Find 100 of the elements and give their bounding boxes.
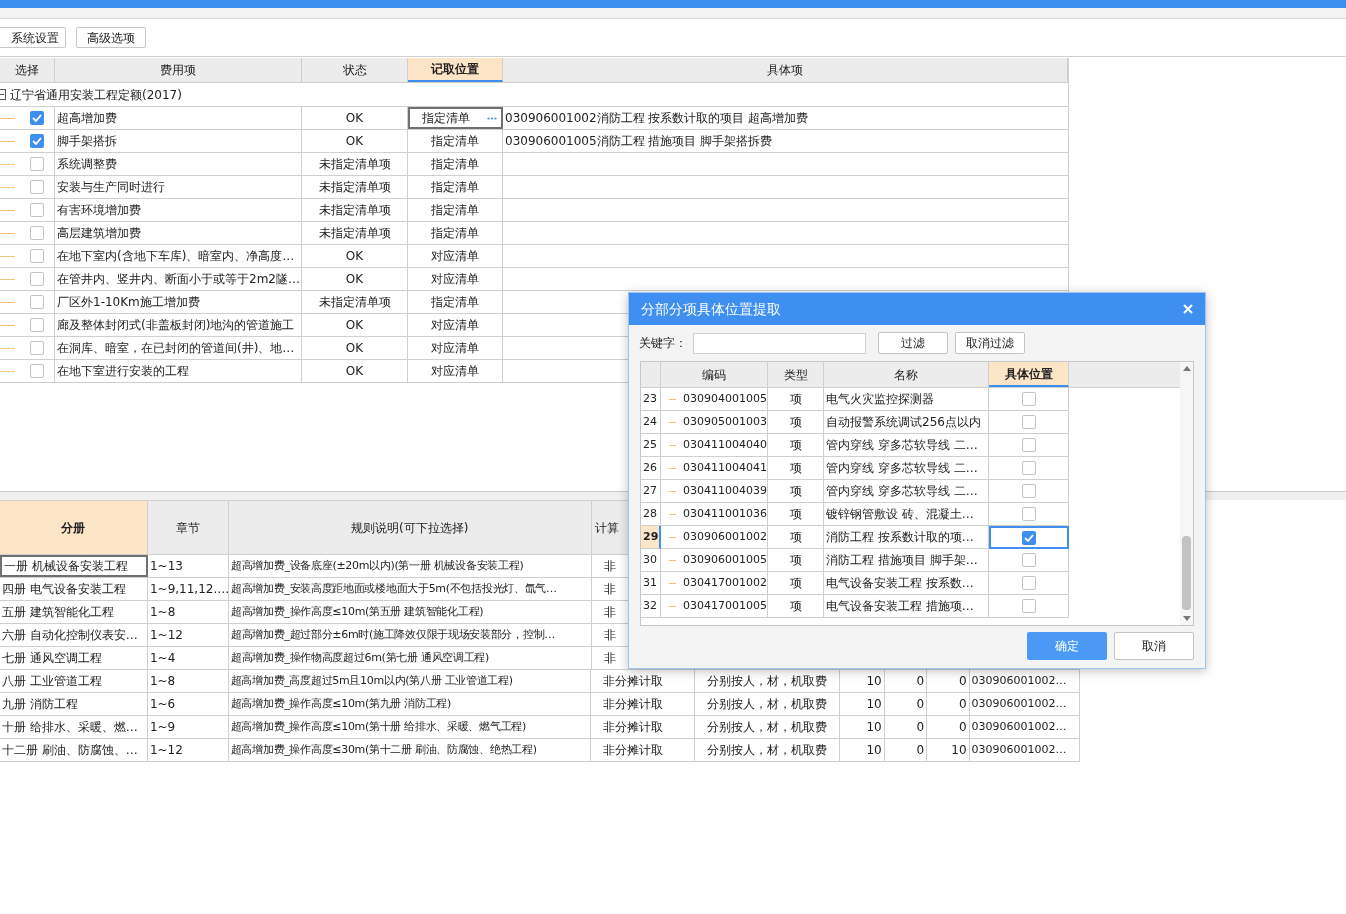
checkbox[interactable] — [1021, 599, 1036, 613]
table-cell[interactable]: 十二册 刷油、防腐蚀、… — [0, 739, 148, 761]
name-cell: 电气设备安装工程 按系数… — [824, 572, 989, 595]
fee-item-cell: 超高增加费 — [55, 107, 302, 129]
checkbox[interactable] — [30, 295, 44, 309]
table-cell: 0 — [884, 670, 928, 692]
toolbar-button[interactable]: 系统设置 — [0, 27, 66, 48]
table-cell: 1~8 — [147, 601, 229, 623]
position-cell: 对应清单 — [408, 268, 503, 290]
checkbox[interactable] — [1021, 438, 1036, 452]
checkbox[interactable] — [30, 111, 44, 125]
checkbox[interactable] — [1021, 392, 1036, 406]
column-header[interactable]: 记取位置 — [408, 58, 503, 82]
type-cell: 项 — [768, 434, 824, 457]
checkbox[interactable] — [30, 226, 44, 240]
table-cell[interactable]: 七册 通风空调工程 — [0, 647, 148, 669]
row-number: 32 — [641, 595, 661, 618]
tree-line — [0, 163, 15, 165]
checkbox[interactable] — [1021, 507, 1036, 521]
table-cell: 10 — [840, 716, 885, 738]
type-cell: 项 — [768, 503, 824, 526]
scroll-thumb[interactable] — [1182, 536, 1191, 610]
cancel-button[interactable]: 取消 — [1114, 632, 1194, 660]
table-cell: 030906001002… — [969, 739, 1080, 761]
tree-line — [0, 301, 15, 303]
more-icon[interactable] — [487, 116, 497, 120]
checkbox[interactable] — [1021, 576, 1036, 590]
checkbox[interactable] — [1022, 530, 1036, 545]
table-cell: 1~9,11,12.… — [147, 578, 229, 600]
column-header[interactable]: 章节 — [147, 501, 229, 554]
row-number: 23 — [641, 388, 661, 411]
table-cell[interactable]: 四册 电气设备安装工程 — [0, 578, 148, 600]
checkbox[interactable] — [30, 134, 44, 148]
collapse-icon[interactable] — [0, 89, 6, 100]
name-cell: 自动报警系统调试256点以内 — [824, 411, 989, 434]
status-cell: OK — [302, 245, 408, 267]
table-cell: 10 — [840, 693, 885, 715]
table-cell: 1~9 — [147, 716, 229, 738]
table-cell: 分别按人，材，机取费 — [695, 693, 841, 715]
column-header[interactable]: 选择 — [0, 58, 55, 82]
close-icon[interactable] — [1183, 304, 1193, 314]
checkbox[interactable] — [30, 180, 44, 194]
fee-item-cell: 在管井内、竖井内、断面小于或等于2m2隧… — [55, 268, 302, 290]
table-cell[interactable]: 九册 消防工程 — [0, 693, 148, 715]
name-cell: 消防工程 按系数计取的项… — [824, 526, 989, 549]
checkbox[interactable] — [30, 157, 44, 171]
type-cell: 项 — [768, 595, 824, 618]
detail-cell-text: 030906001002消防工程 按系数计取的项目 超高增加费 — [505, 110, 809, 127]
status-cell: OK — [302, 130, 408, 152]
filter-button[interactable]: 过滤 — [878, 332, 948, 354]
checkbox[interactable] — [1021, 461, 1036, 475]
group-title: 辽宁省通用安装工程定额(2017) — [10, 86, 182, 104]
table-cell: 0 — [884, 739, 928, 761]
position-dropdown[interactable]: 指定清单 — [408, 107, 503, 129]
checkbox[interactable] — [30, 203, 44, 217]
fee-item-cell: 厂区外1-10Km施工增加费 — [55, 291, 302, 313]
column-header[interactable]: 具体项 — [503, 58, 1068, 82]
scrollbar[interactable] — [1180, 362, 1193, 625]
checkbox[interactable] — [30, 341, 44, 355]
column-header[interactable]: 费用项 — [55, 58, 302, 82]
table-cell: 超高增加费_操作高度≤30m(第十二册 刷油、防腐蚀、绝热工程) — [228, 739, 592, 761]
tree-line — [0, 186, 15, 188]
column-header[interactable]: 具体位置 — [989, 362, 1069, 387]
checkbox[interactable] — [30, 364, 44, 378]
toolbar-button[interactable]: 高级选项 — [76, 27, 146, 48]
table-cell: 1~4 — [147, 647, 229, 669]
name-cell: 电气火灾监控探测器 — [824, 388, 989, 411]
checkbox[interactable] — [1021, 415, 1036, 429]
position-cell: 指定清单 — [408, 130, 503, 152]
checkbox[interactable] — [1021, 553, 1036, 567]
table-cell: 030906001002… — [969, 716, 1080, 738]
table-cell: 超高增加费_超过部分±6m时(施工降效仅限于现场安装部分，控制… — [228, 624, 592, 646]
table-cell[interactable]: 五册 建筑智能化工程 — [0, 601, 148, 623]
table-cell[interactable]: 一册 机械设备安装工程 — [0, 555, 148, 577]
tree-line — [669, 559, 676, 561]
column-header[interactable]: 类型 — [768, 362, 824, 387]
fee-item-cell: 系统调整费 — [55, 153, 302, 175]
name-cell: 镀锌钢管敷设 砖、混凝土… — [824, 503, 989, 526]
checkbox[interactable] — [1021, 484, 1036, 498]
column-header[interactable]: 编码 — [661, 362, 768, 387]
checkbox[interactable] — [30, 318, 44, 332]
table-cell[interactable]: 十册 给排水、采暖、燃… — [0, 716, 148, 738]
table-cell[interactable]: 八册 工业管道工程 — [0, 670, 148, 692]
scroll-down-icon[interactable] — [1182, 616, 1191, 621]
table-cell: 超高增加费_操作高度≤10m(第五册 建筑智能化工程) — [228, 601, 592, 623]
table-cell[interactable]: 六册 自动化控制仪表安… — [0, 624, 148, 646]
code-cell-text: 030906001002 — [683, 528, 767, 545]
column-header[interactable]: 规则说明(可下拉选择) — [228, 501, 592, 554]
keyword-field[interactable] — [693, 332, 866, 354]
position-cell: 对应清单 — [408, 360, 503, 382]
status-cell: OK — [302, 268, 408, 290]
code-cell-text: 030411004039 — [683, 482, 767, 499]
column-header[interactable]: 分册 — [0, 501, 148, 554]
clear-filter-button[interactable]: 取消过滤 — [955, 332, 1025, 354]
scroll-up-icon[interactable] — [1182, 366, 1191, 371]
table-cell: 10 — [840, 670, 885, 692]
table-cell: 030906001002… — [969, 670, 1080, 692]
type-cell: 项 — [768, 411, 824, 434]
checkbox[interactable] — [30, 249, 44, 263]
checkbox[interactable] — [30, 272, 44, 286]
